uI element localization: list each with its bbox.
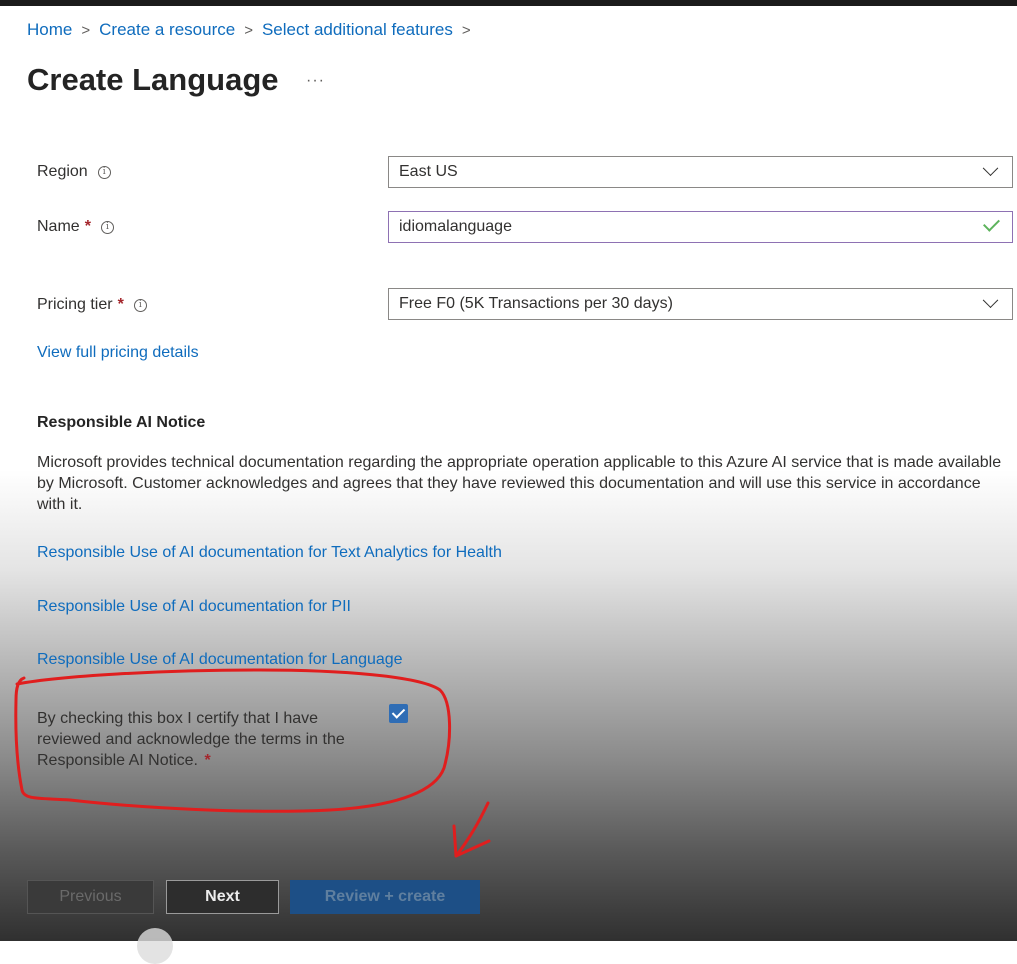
pricing-tier-select[interactable]: Free F0 (5K Transactions per 30 days) (388, 288, 1013, 320)
page-title: Create Language (27, 62, 279, 97)
breadcrumb: Home > Create a resource > Select additi… (27, 20, 480, 40)
doc-link-pii[interactable]: Responsible Use of AI documentation for … (37, 598, 351, 616)
acknowledge-text: By checking this box I certify that I ha… (37, 710, 345, 769)
view-pricing-link[interactable]: View full pricing details (37, 344, 199, 362)
required-asterisk: * (84, 218, 91, 235)
region-label-text: Region (37, 163, 88, 180)
pricing-value: Free F0 (5K Transactions per 30 days) (399, 295, 673, 312)
doc-link-text-analytics[interactable]: Responsible Use of AI documentation for … (37, 544, 502, 562)
breadcrumb-separator: > (461, 21, 471, 39)
acknowledge-checkbox[interactable] (389, 704, 408, 723)
region-select[interactable]: East US (388, 156, 1013, 188)
info-icon[interactable]: i (100, 220, 114, 234)
more-options-icon[interactable]: ··· (306, 72, 325, 90)
info-icon[interactable]: i (133, 298, 147, 312)
cursor-indicator (137, 928, 173, 964)
top-border (0, 0, 1017, 6)
doc-link-language[interactable]: Responsible Use of AI documentation for … (37, 651, 403, 669)
breadcrumb-separator: > (81, 21, 91, 39)
name-input[interactable]: idiomalanguage (388, 211, 1013, 243)
breadcrumb-home[interactable]: Home (27, 20, 72, 40)
chevron-down-icon (982, 159, 999, 176)
info-icon[interactable]: i (97, 165, 111, 179)
breadcrumb-create-resource[interactable]: Create a resource (99, 20, 235, 40)
acknowledge-label: By checking this box I certify that I ha… (37, 708, 367, 771)
previous-button[interactable]: Previous (27, 880, 154, 914)
breadcrumb-select-features[interactable]: Select additional features (262, 20, 453, 40)
name-label-text: Name (37, 218, 80, 235)
name-label: Name * i (37, 218, 114, 236)
breadcrumb-separator: > (244, 21, 253, 39)
region-label: Region i (37, 163, 111, 181)
section-heading: Responsible AI Notice (37, 414, 206, 431)
annotation-arrow (452, 801, 491, 858)
chevron-down-icon (982, 291, 999, 308)
review-create-button[interactable]: Review + create (290, 880, 480, 914)
pricing-tier-label: Pricing tier * i (37, 296, 147, 314)
name-value: idiomalanguage (399, 218, 512, 235)
pricing-label-text: Pricing tier (37, 296, 113, 313)
valid-check-icon (983, 214, 1000, 232)
next-button[interactable]: Next (166, 880, 279, 914)
region-value: East US (399, 163, 458, 180)
required-asterisk: * (117, 296, 124, 313)
required-asterisk: * (204, 752, 211, 769)
notice-body: Microsoft provides technical documentati… (37, 454, 1002, 513)
